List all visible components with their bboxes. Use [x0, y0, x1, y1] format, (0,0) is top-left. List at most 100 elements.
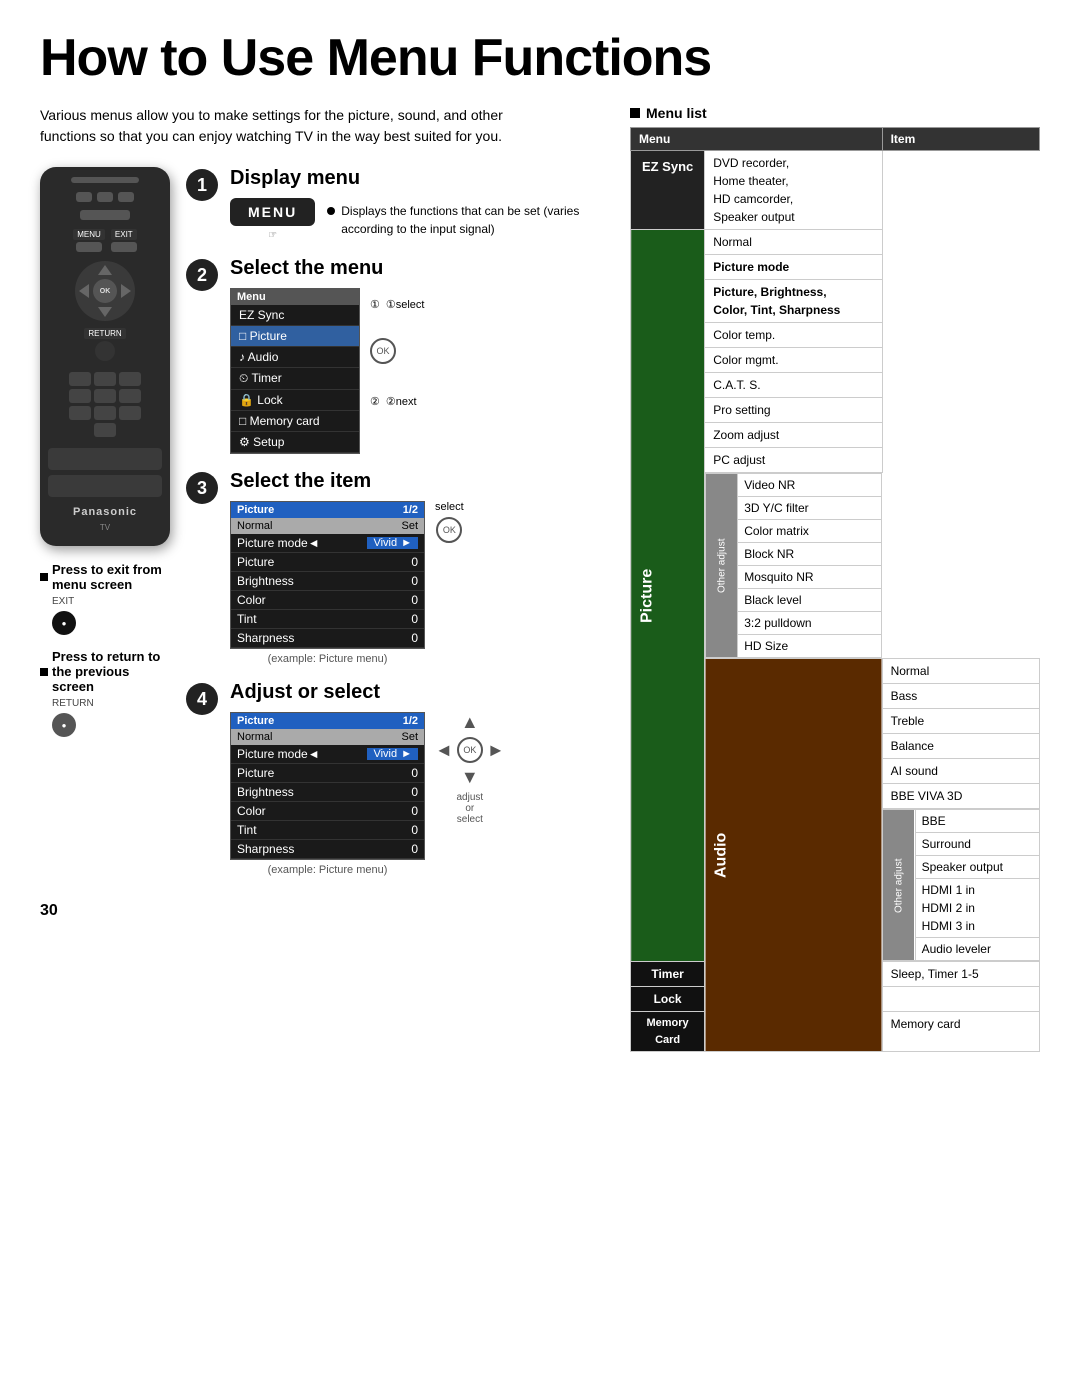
step-4-title: Adjust or select — [230, 681, 600, 704]
memory-item: Memory card — [882, 1012, 1039, 1052]
audio-item-bass: Bass — [882, 684, 1039, 709]
memory-category: MemoryCard — [631, 1012, 705, 1052]
picture-row-3-brightness: Brightness0 — [231, 572, 424, 591]
audio-item-bbeviva: BBE VIVA 3D — [882, 784, 1039, 809]
example-label-4: (example: Picture menu) — [230, 864, 425, 876]
step-1-number: 1 — [186, 169, 218, 201]
picture-row-4-sharpness: Sharpness0 — [231, 840, 424, 859]
ezsync-items: DVD recorder,Home theater,HD camcorder,S… — [705, 151, 882, 230]
audio-item-speaker: Speaker output — [915, 856, 1039, 879]
picture-item-normal: Normal — [705, 230, 882, 255]
menu-box-header: Menu — [231, 289, 359, 305]
nav-down-arrow: ▼ — [461, 767, 479, 788]
step-3-block: 3 Select the item Picture 1/2 — [186, 470, 600, 665]
picture-row-3-tint: Tint0 — [231, 610, 424, 629]
picture-row-4-color: Color0 — [231, 802, 424, 821]
next-annotation: ② ②next — [370, 395, 424, 408]
ok-indicator-4: OK — [457, 737, 483, 763]
intro-text: Various menus allow you to make settings… — [40, 105, 560, 147]
table-row-ezsync: EZ Sync DVD recorder,Home theater,HD cam… — [631, 151, 1040, 230]
picture-item-blocknr: Block NR — [738, 543, 882, 566]
picture-row-4-picture: Picture0 — [231, 764, 424, 783]
timer-category: Timer — [631, 962, 705, 987]
step-4-block: 4 Adjust or select Picture 1/2 — [186, 681, 600, 876]
step-1-note: Displays the functions that can be set (… — [341, 202, 600, 238]
picture-item-blacklevel: Black level — [738, 589, 882, 612]
picture-row-4-tint: Tint0 — [231, 821, 424, 840]
picture-item-brightness-group: Picture, Brightness,Color, Tint, Sharpne… — [705, 280, 882, 323]
picture-item-colortemp: Color temp. — [705, 323, 882, 348]
audio-category: Audio — [705, 659, 882, 1052]
picture-row-3-picture: Picture0 — [231, 553, 424, 572]
picture-item-colormgmt: Color mgmt. — [705, 348, 882, 373]
other-adjust-label-picture: Other adjust — [706, 474, 738, 658]
audio-item-aisound: AI sound — [882, 759, 1039, 784]
remote-brand-sub: TV — [100, 523, 110, 532]
picture-category: Picture — [631, 230, 705, 962]
exit-circle-btn: ● — [52, 611, 76, 635]
timer-item: Sleep, Timer 1-5 — [882, 962, 1039, 987]
adjust-label: adjust or select — [456, 792, 483, 825]
press-exit-note: Press to exit from menu screen EXIT ● — [40, 562, 170, 635]
ezsync-category: EZ Sync — [631, 151, 705, 230]
lock-item — [882, 987, 1039, 1012]
menu-box: Menu EZ Sync □ Picture ♪ Audio ⏲ Timer 🔒… — [230, 288, 360, 454]
step-2-title: Select the menu — [230, 257, 600, 280]
menu-btn-label: MENU — [73, 229, 105, 240]
example-label-3: (example: Picture menu) — [230, 653, 425, 665]
step-3-number: 3 — [186, 472, 218, 504]
picture-row-3-sharpness: Sharpness0 — [231, 629, 424, 648]
step-1-block: 1 Display menu MENU ☞ — [186, 167, 600, 241]
menu-item-audio: ♪ Audio — [231, 347, 359, 368]
picture-item-hdsize: HD Size — [738, 635, 882, 658]
picture-mode-row-4: Picture mode◄ Vivid► — [231, 745, 424, 764]
picture-item-mode: Picture mode — [705, 255, 882, 280]
picture-item-colormatrix: Color matrix — [738, 520, 882, 543]
audio-item-treble: Treble — [882, 709, 1039, 734]
step-4-number: 4 — [186, 683, 218, 715]
picture-item-videonr: Video NR — [738, 474, 882, 497]
picture-item-zoom: Zoom adjust — [705, 423, 882, 448]
picture-box-3: Picture 1/2 Normal Set Picture mode◄ — [230, 501, 425, 649]
audio-item-audioleveler: Audio leveler — [915, 938, 1039, 961]
lock-category: Lock — [631, 987, 705, 1012]
picture-row-4-brightness: Brightness0 — [231, 783, 424, 802]
other-adjust-label-audio: Other adjust — [883, 810, 915, 961]
page-title: How to Use Menu Functions — [40, 30, 1040, 87]
picture-item-prosetting: Pro setting — [705, 398, 882, 423]
ok-indicator-3: OK — [436, 517, 462, 543]
exit-btn-label: EXIT — [111, 229, 137, 240]
table-row-picture-normal: Picture Normal — [631, 230, 1040, 255]
menu-item-timer: ⏲ Timer — [231, 368, 359, 390]
ok-indicator: OK — [370, 338, 396, 364]
audio-item-bbe: BBE — [915, 810, 1039, 833]
dpad: OK — [75, 261, 135, 321]
press-return-note: Press to return to the previous screen R… — [40, 649, 170, 737]
remote-brand: Panasonic — [73, 506, 137, 518]
picture-item-mosquitonr: Mosquito NR — [738, 566, 882, 589]
picture-item-32pulldown: 3:2 pulldown — [738, 612, 882, 635]
picture-item-pcadjust: PC adjust — [705, 448, 882, 473]
menu-item-setup: ⚙ Setup — [231, 432, 359, 453]
menu-item-memory: □ Memory card — [231, 411, 359, 432]
step-2-number: 2 — [186, 259, 218, 291]
nav-up-arrow: ▲ — [461, 712, 479, 733]
picture-row-3-color: Color0 — [231, 591, 424, 610]
return-circle-btn: ● — [52, 713, 76, 737]
step-3-title: Select the item — [230, 470, 600, 493]
audio-item-normal: Normal — [882, 659, 1039, 684]
return-btn-label: RETURN — [84, 328, 125, 339]
step-1-title: Display menu — [230, 167, 600, 190]
menu-button-display: MENU — [230, 198, 315, 226]
nav-right-arrow: ► — [487, 740, 505, 761]
step-2-block: 2 Select the menu Menu EZ Sync □ Picture… — [186, 257, 600, 454]
picture-item-cats: C.A.T. S. — [705, 373, 882, 398]
audio-item-surround: Surround — [915, 833, 1039, 856]
menu-list-table: Menu Item EZ Sync DVD recorder,Home thea… — [630, 127, 1040, 1052]
picture-mode-row-3: Picture mode◄ Vivid► — [231, 534, 424, 553]
picture-item-3dyc: 3D Y/C filter — [738, 497, 882, 520]
ok-btn: OK — [93, 279, 117, 303]
picture-box-4: Picture 1/2 Normal Set Picture mode◄ — [230, 712, 425, 860]
select-annotation: ① ①select — [370, 298, 424, 311]
remote-control: MENU EXIT OK — [40, 167, 170, 546]
